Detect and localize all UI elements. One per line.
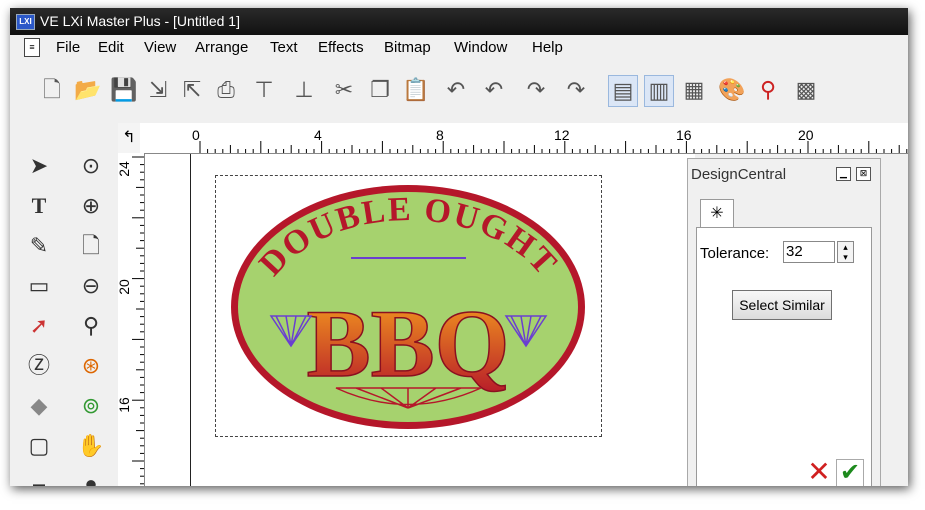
select-arrow-icon[interactable]: ➤ [24,151,54,181]
panel-tab-content [696,227,872,486]
tolerance-label: Tolerance: [700,245,770,262]
bbq-logo[interactable]: DOUBLE OUGHT BBQ [216,176,601,436]
ruler-label: 0 [192,127,200,143]
open-icon[interactable]: 📂 [74,75,102,105]
new-icon[interactable]: 🗋 [38,75,66,105]
menu-window[interactable]: Window [454,39,507,56]
window-title: VE LXi Master Plus - [Untitled 1] [40,13,240,29]
view-c-icon[interactable]: ▦ [680,75,708,105]
tolerance-input[interactable]: 32 [783,241,835,263]
vertical-ruler[interactable]: 24 20 16 [115,153,145,486]
menu-bar: ≡ File Edit View Arrange Text Effects Bi… [10,35,908,61]
menu-help[interactable]: Help [532,39,563,56]
ruler-origin-icon[interactable]: ↰ [118,123,140,153]
cut-icon[interactable]: ✂ [330,75,358,105]
redo-icon[interactable]: ↷ [522,75,550,105]
ruler-label: 12 [554,127,570,143]
ruler-label: 20 [115,279,132,295]
menu-edit[interactable]: Edit [98,39,124,56]
node-edit-icon[interactable]: ➚ [24,311,54,341]
apply-check-icon[interactable]: ✔ [836,459,864,486]
menu-arrange[interactable]: Arrange [195,39,248,56]
close-icon[interactable]: ⊠ [856,167,871,181]
cut-mark-icon[interactable]: ⊥ [290,75,318,105]
ruler-label: 16 [676,127,692,143]
text-tool-icon[interactable]: T [24,191,54,221]
pen-tool-icon[interactable]: ✎ [24,231,54,261]
zoom-page-icon[interactable]: 🗋 [76,231,106,261]
menu-bitmap[interactable]: Bitmap [384,39,431,56]
ruler-ticks [199,141,908,153]
cancel-x-icon[interactable]: ✕ [806,458,832,486]
color-palette-icon[interactable]: 🎨 [718,75,746,105]
paste-icon[interactable]: 📋 [402,75,430,105]
selection-box[interactable]: DOUBLE OUGHT BBQ [215,175,602,437]
zoom-in-icon[interactable]: ⊕ [76,191,106,221]
app-icon: LXI [16,14,35,30]
undo-icon[interactable]: ↶ [442,75,470,105]
export-icon[interactable]: ⇱ [178,75,206,105]
ruler-ticks [132,156,144,485]
horizontal-ruler[interactable]: 0 4 8 12 16 20 [140,123,908,154]
app-window: LXI VE LXi Master Plus - [Untitled 1] ≡ … [10,8,908,486]
menu-text[interactable]: Text [270,39,298,56]
import-icon[interactable]: ⇲ [144,75,172,105]
menu-effects[interactable]: Effects [318,39,364,56]
design-central-panel: DesignCentral ▁ ⊠ ✳ Tolerance: 32 ▴ ▾ Sel… [687,158,881,486]
tolerance-stepper[interactable]: ▴ ▾ [837,241,854,263]
zoom-all-icon[interactable]: ⊚ [76,391,106,421]
select-similar-button[interactable]: Select Similar [732,290,832,320]
menu-file[interactable]: File [56,39,80,56]
print-icon[interactable]: ⎙ [212,75,240,105]
undo-all-icon[interactable]: ↶ [480,75,508,105]
ruler-label: 24 [115,161,132,177]
color-fill-icon[interactable]: ● [76,469,106,486]
frame-tool-icon[interactable]: ▢ [24,431,54,461]
zoom-selection-icon[interactable]: ⊛ [76,351,106,381]
ruler-label: 20 [798,127,814,143]
zoom-out-icon[interactable]: ⊖ [76,271,106,301]
path-tool-icon[interactable]: Ⓩ [24,351,54,381]
copy-icon[interactable]: ❐ [366,75,394,105]
measure-icon[interactable]: ▬ [24,469,54,486]
ruler-label: 4 [314,127,322,143]
shape-tool-icon[interactable]: ◆ [24,391,54,421]
plot-icon[interactable]: ⊤ [250,75,278,105]
view-a-icon[interactable]: ▤ [608,75,638,107]
main-toolbar: 🗋 📂 💾 ⇲ ⇱ ⎙ ⊤ ⊥ ✂ ❐ 📋 ↶ ↶ ↷ ↷ ▤ ▥ ▦ 🎨 ⚲ … [10,61,908,124]
logo-main-text: BBQ [307,290,510,397]
zoom-fit-icon[interactable]: ⚲ [76,311,106,341]
rectangle-tool-icon[interactable]: ▭ [24,271,54,301]
save-icon[interactable]: 💾 [110,75,138,105]
view-b-icon[interactable]: ▥ [644,75,674,107]
page-border [190,154,191,486]
swatch-icon[interactable]: ▩ [792,75,820,105]
pan-hand-icon[interactable]: ✋ [76,431,106,461]
magic-wand-icon[interactable]: ✳ [700,199,734,228]
panel-title: DesignCentral [691,166,787,183]
left-tool-palette: ➤ ⊙ T ⊕ ✎ 🗋 ▭ ⊖ ➚ ⚲ Ⓩ ⊛ ◆ ⊚ ▢ ✋ ▬ ● [10,123,118,486]
redo-all-icon[interactable]: ↷ [562,75,590,105]
document-icon[interactable]: ≡ [24,38,40,57]
menu-view[interactable]: View [144,39,176,56]
ruler-label: 16 [115,397,132,413]
color-drop-icon[interactable]: ⚲ [754,75,782,105]
ruler-label: 8 [436,127,444,143]
zoom-icon[interactable]: ⊙ [76,151,106,181]
minimize-icon[interactable]: ▁ [836,167,851,181]
title-bar: LXI VE LXi Master Plus - [Untitled 1] [10,8,908,35]
